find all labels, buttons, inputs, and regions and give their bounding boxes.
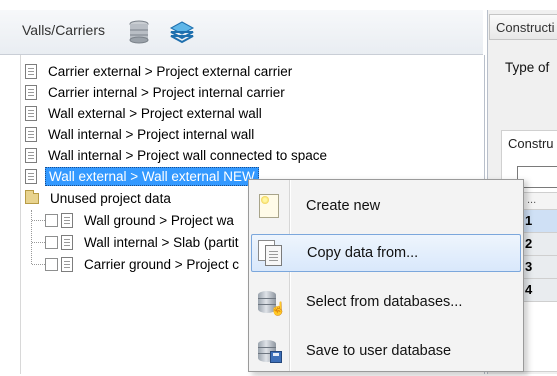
- document-icon: [25, 148, 37, 163]
- checkbox[interactable]: [45, 214, 58, 227]
- tree-connector: [32, 264, 45, 265]
- type-label: Type of: [505, 60, 550, 75]
- folder-icon: [25, 190, 39, 204]
- tab-construction[interactable]: Constructi: [489, 14, 557, 40]
- document-icon: [61, 213, 73, 228]
- tree-item-label: Carrier internal > Project internal carr…: [48, 85, 285, 100]
- layers-icon[interactable]: [169, 20, 195, 44]
- document-icon: [61, 235, 73, 250]
- tree-item-label: Wall internal > Slab (partit: [84, 235, 239, 250]
- menu-item-save-to-user-database[interactable]: Save to user database: [251, 332, 521, 370]
- tree-item[interactable]: Wall internal > Project wall connected t…: [25, 145, 330, 166]
- tree-item[interactable]: Wall external > Project external wall: [25, 103, 265, 124]
- document-icon: [61, 257, 73, 272]
- database-select-icon: ☝: [256, 289, 286, 315]
- tree-connector: [32, 220, 45, 221]
- tree-item[interactable]: Carrier external > Project external carr…: [25, 61, 295, 82]
- tree-child-item[interactable]: Wall internal > Slab (partit: [32, 232, 241, 253]
- tree-child-item[interactable]: Carrier ground > Project c: [32, 254, 242, 275]
- document-icon: [25, 106, 37, 121]
- database-icon[interactable]: [128, 20, 150, 44]
- tree-item[interactable]: Wall internal > Project internal wall: [25, 124, 257, 145]
- tree-item[interactable]: Carrier internal > Project internal carr…: [25, 82, 288, 103]
- new-document-icon: [256, 193, 282, 219]
- menu-item-label: Create new: [306, 198, 381, 214]
- tree-item-label: Wall ground > Project wa: [84, 213, 234, 228]
- copy-icon: [257, 240, 283, 266]
- menu-item-create-new[interactable]: Create new: [251, 187, 521, 225]
- tree-item-label: Carrier ground > Project c: [84, 257, 239, 272]
- menu-item-label: Copy data from...: [307, 245, 419, 261]
- document-icon: [25, 64, 37, 79]
- checkbox[interactable]: [45, 258, 58, 271]
- tree-group-unused[interactable]: Unused project data: [25, 188, 174, 209]
- menu-item-label: Save to user database: [306, 343, 452, 359]
- tree-item-label: Wall external > Project external wall: [48, 106, 262, 121]
- checkbox[interactable]: [45, 236, 58, 249]
- group-label: Constru: [508, 136, 554, 151]
- tree-item-label: Carrier external > Project external carr…: [48, 64, 293, 79]
- document-icon: [25, 127, 37, 142]
- panel-title: Valls/Carriers: [22, 22, 105, 38]
- menu-item-copy-data-from[interactable]: Copy data from...: [251, 234, 521, 272]
- tree-connector: [32, 242, 45, 243]
- menu-item-label: Select from databases...: [306, 294, 463, 310]
- database-save-icon: [256, 338, 282, 364]
- tree-group-label: Unused project data: [50, 191, 171, 206]
- tree-item-label: Wall external > Wall external NEW: [45, 167, 259, 186]
- tree-child-item[interactable]: Wall ground > Project wa: [32, 210, 237, 231]
- menu-item-select-from-databases[interactable]: ☝ Select from databases...: [251, 283, 521, 321]
- tree-item-label: Wall internal > Project internal wall: [48, 127, 255, 142]
- document-icon: [25, 169, 37, 184]
- document-icon: [25, 85, 37, 100]
- tree-item-selected[interactable]: Wall external > Wall external NEW: [25, 166, 259, 187]
- tree-item-label: Wall internal > Project wall connected t…: [48, 148, 328, 163]
